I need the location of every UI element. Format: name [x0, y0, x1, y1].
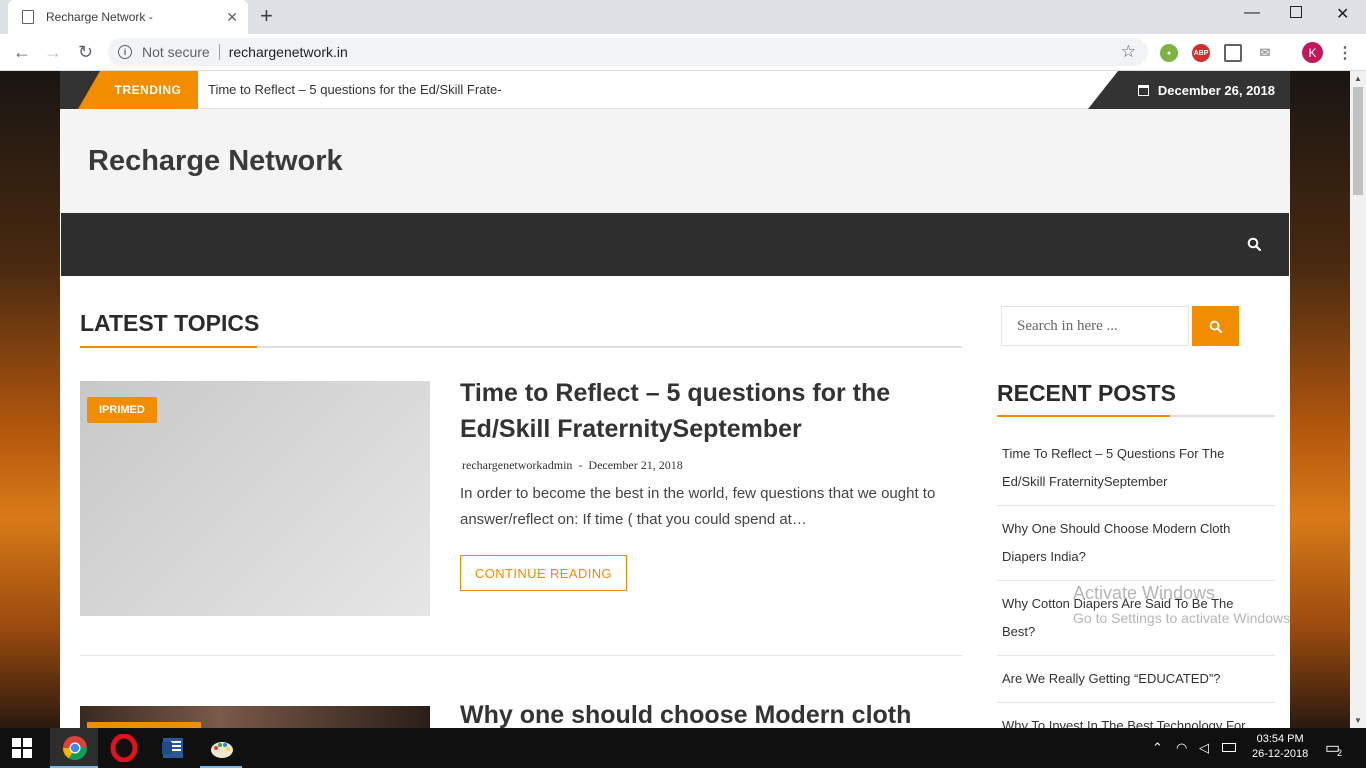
clock-date: 26-12-2018 [1252, 748, 1309, 760]
sidebar-search-button[interactable] [1192, 306, 1239, 346]
browser-tab[interactable]: Recharge Network - ✕ [8, 0, 248, 34]
bookmark-star-icon[interactable]: ☆ [1121, 42, 1136, 62]
adblock-plus-icon[interactable]: ABP [1192, 44, 1210, 62]
wifi-icon[interactable]: ◠ [1176, 740, 1187, 756]
main-nav [61, 213, 1289, 276]
recent-post-link[interactable]: Why To Invest In The Best Technology For [997, 703, 1275, 728]
post-divider [80, 655, 962, 656]
post-thumbnail[interactable]: IPRIMED [80, 381, 430, 616]
taskbar-clock[interactable]: 03:54 PM 26-12-2018 [1252, 732, 1308, 762]
new-tab-button[interactable]: + [260, 5, 273, 27]
recent-post-link[interactable]: Time To Reflect – 5 Questions For The Ed… [997, 431, 1275, 506]
post-date[interactable]: December 21, 2018 [588, 458, 682, 472]
address-bar[interactable]: i Not secure rechargenetwork.in ☆ [108, 38, 1148, 66]
section-title: LATEST TOPICS [80, 310, 260, 336]
trending-bar: TRENDING Time to Reflect – 5 questions f… [60, 71, 1290, 109]
extension-green-icon[interactable]: ● [1160, 44, 1178, 62]
minimize-icon[interactable]: — [1244, 4, 1260, 22]
address-separator [218, 44, 220, 60]
not-secure-label: Not secure [142, 44, 210, 60]
activate-windows-watermark: Activate Windows Go to Settings to activ… [1073, 583, 1294, 626]
site-title[interactable]: Recharge Network [88, 145, 343, 178]
recent-post-link[interactable]: Are We Really Getting “EDUCATED”? [997, 656, 1275, 703]
reload-icon[interactable]: ↻ [78, 42, 93, 63]
post-title-2[interactable]: Why one should choose Modern cloth [460, 701, 911, 728]
post-author[interactable]: rechargenetworkadmin [462, 458, 572, 472]
close-tab-icon[interactable]: ✕ [226, 9, 238, 26]
profile-avatar[interactable]: K [1302, 42, 1323, 63]
site-header: Recharge Network [60, 109, 1290, 213]
search-icon[interactable] [1247, 237, 1261, 251]
info-icon[interactable]: i [118, 45, 132, 59]
browser-menu-icon[interactable]: ⋮ [1336, 44, 1354, 62]
calendar-icon [1137, 84, 1149, 96]
date-display: December 26, 2018 [1088, 71, 1290, 109]
continue-reading-button[interactable]: CONTINUE READING [460, 555, 627, 591]
page-icon [22, 10, 34, 24]
scroll-down-icon[interactable]: ▼ [1354, 716, 1362, 725]
recent-posts-divider [997, 415, 1275, 417]
sidebar-search-input[interactable]: Search in here ... [1001, 306, 1189, 346]
browser-tab-strip: Recharge Network - ✕ + — ✕ [0, 0, 1366, 34]
post-thumbnail-2[interactable] [80, 706, 430, 728]
post-title[interactable]: Time to Reflect – 5 questions for the Ed… [460, 375, 960, 447]
recent-posts-list: Time To Reflect – 5 Questions For The Ed… [997, 431, 1275, 728]
watermark-line-2: Go to Settings to activate Windows. [1073, 610, 1294, 626]
post-excerpt: In order to become the best in the world… [460, 485, 936, 528]
page-viewport: TRENDING Time to Reflect – 5 questions f… [0, 71, 1350, 728]
volume-icon[interactable]: ◁ [1199, 740, 1209, 756]
forward-icon[interactable]: → [44, 42, 62, 63]
back-icon[interactable]: ← [13, 42, 31, 63]
recent-post-link[interactable]: Why One Should Choose Modern Cloth Diape… [997, 506, 1275, 581]
opera-icon[interactable] [110, 734, 138, 762]
watermark-line-1: Activate Windows [1073, 583, 1216, 603]
recent-posts-title: RECENT POSTS [997, 380, 1176, 406]
category-badge[interactable]: IPRIMED [87, 397, 157, 423]
mail-extension-icon[interactable]: ✉ [1256, 44, 1274, 62]
site-container: TRENDING Time to Reflect – 5 questions f… [60, 71, 1290, 728]
search-icon [1209, 320, 1222, 333]
windows-start-icon[interactable] [12, 738, 32, 758]
paint-icon[interactable] [208, 734, 236, 762]
battery-icon[interactable] [1222, 743, 1236, 752]
post-meta: rechargenetworkadmin - December 21, 2018 [462, 458, 683, 472]
tab-title: Recharge Network - [46, 10, 153, 24]
page-scrollbar[interactable]: ▲ ▼ [1350, 71, 1366, 728]
clock-time: 03:54 PM [1256, 733, 1304, 745]
url-text[interactable]: rechargenetwork.in [229, 44, 348, 60]
maximize-icon[interactable] [1290, 6, 1302, 18]
trending-headline[interactable]: Time to Reflect – 5 questions for the Ed… [208, 82, 502, 97]
chrome-icon[interactable] [61, 734, 89, 762]
scroll-up-icon[interactable]: ▲ [1354, 74, 1362, 83]
word-icon[interactable] [159, 734, 187, 762]
notification-count: 2 [1337, 748, 1343, 758]
screenshot-extension-icon[interactable] [1224, 44, 1242, 62]
section-divider [80, 346, 962, 348]
scrollbar-thumb[interactable] [1353, 87, 1363, 195]
close-window-icon[interactable]: ✕ [1336, 4, 1349, 24]
tray-chevron-icon[interactable]: ⌃ [1152, 740, 1163, 756]
windows-taskbar: ⌃ ◠ ◁ 03:54 PM 26-12-2018 ▭ 2 [0, 728, 1366, 768]
current-date: December 26, 2018 [1157, 82, 1275, 98]
